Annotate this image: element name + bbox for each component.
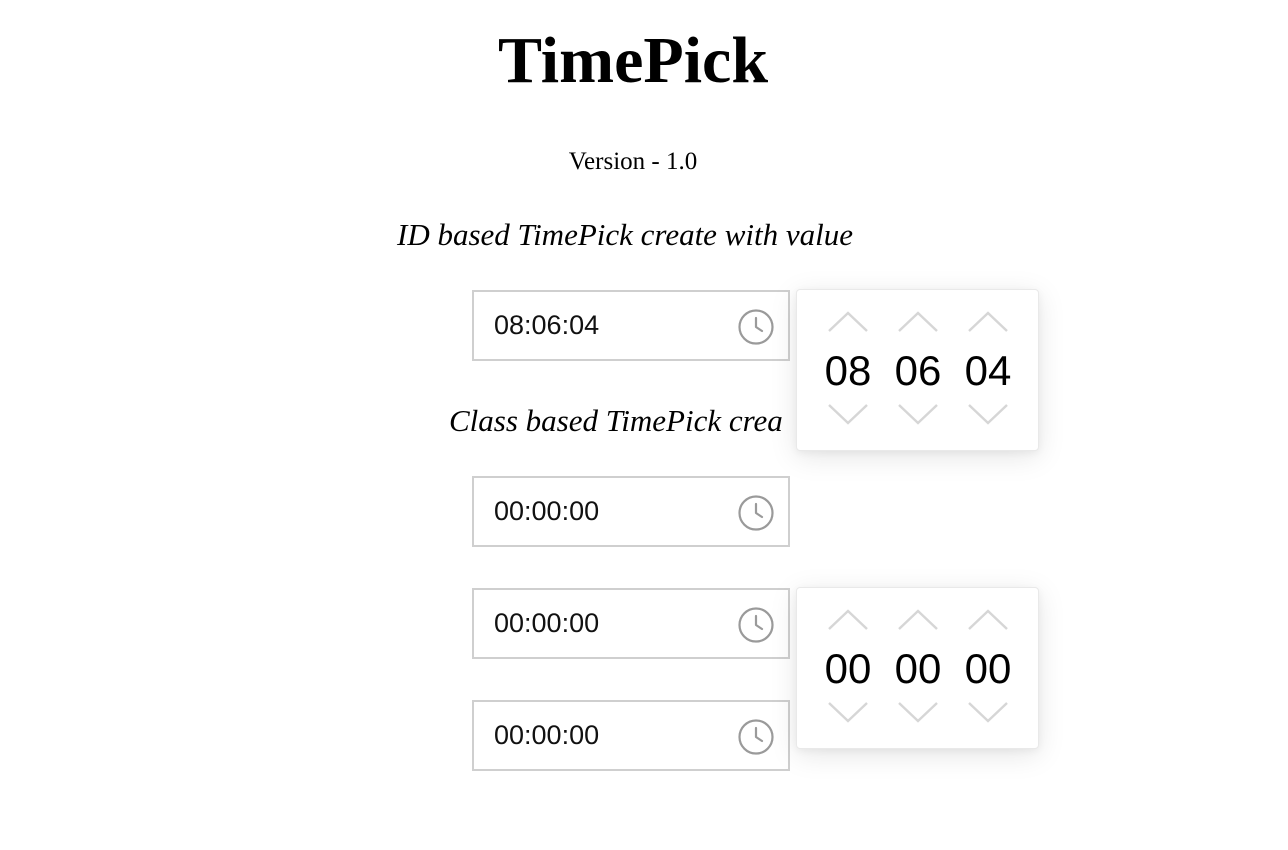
hours-decrease-icon[interactable]: [827, 700, 869, 724]
minutes-decrease-icon[interactable]: [897, 402, 939, 426]
hours-column: 00: [818, 588, 878, 748]
minutes-increase-icon[interactable]: [897, 608, 939, 632]
seconds-increase-icon[interactable]: [967, 310, 1009, 334]
time-value: 00:00:00: [494, 496, 600, 526]
hours-increase-icon[interactable]: [827, 310, 869, 334]
section-heading-class: Class based TimePick crea: [449, 403, 783, 438]
hours-decrease-icon[interactable]: [827, 402, 869, 426]
hours-column: 08: [818, 290, 878, 450]
minutes-column: 00: [888, 588, 948, 748]
seconds-column: 00: [958, 588, 1018, 748]
time-value: 00:00:00: [494, 608, 600, 638]
version-label: Version - 1.0: [568, 148, 698, 175]
seconds-value: 00: [964, 645, 1012, 692]
minutes-column: 06: [888, 290, 948, 450]
seconds-increase-icon[interactable]: [967, 608, 1009, 632]
hours-value: 08: [824, 347, 872, 394]
seconds-value: 04: [964, 347, 1012, 394]
minutes-increase-icon[interactable]: [897, 310, 939, 334]
timepick-input-class-2[interactable]: 00:00:00: [472, 588, 790, 659]
clock-icon[interactable]: [737, 606, 775, 644]
section-heading-id: ID based TimePick create with value: [397, 217, 853, 252]
minutes-value: 06: [894, 347, 942, 394]
clock-icon[interactable]: [737, 494, 775, 532]
clock-icon[interactable]: [737, 718, 775, 756]
time-value: 00:00:00: [494, 720, 600, 750]
timepick-dropdown-class: 00 00 00: [796, 587, 1039, 749]
seconds-decrease-icon[interactable]: [967, 402, 1009, 426]
timepick-input-class-1[interactable]: 00:00:00: [472, 476, 790, 547]
minutes-value: 00: [894, 645, 942, 692]
seconds-decrease-icon[interactable]: [967, 700, 1009, 724]
minutes-decrease-icon[interactable]: [897, 700, 939, 724]
seconds-column: 04: [958, 290, 1018, 450]
hours-increase-icon[interactable]: [827, 608, 869, 632]
clock-icon[interactable]: [737, 308, 775, 346]
timepick-input-id[interactable]: 08:06:04: [472, 290, 790, 361]
hours-value: 00: [824, 645, 872, 692]
timepick-dropdown-id: 08 06 04: [796, 289, 1039, 451]
timepick-input-class-3[interactable]: 00:00:00: [472, 700, 790, 771]
page-title: TimePick: [497, 24, 769, 97]
time-value: 08:06:04: [494, 310, 600, 340]
